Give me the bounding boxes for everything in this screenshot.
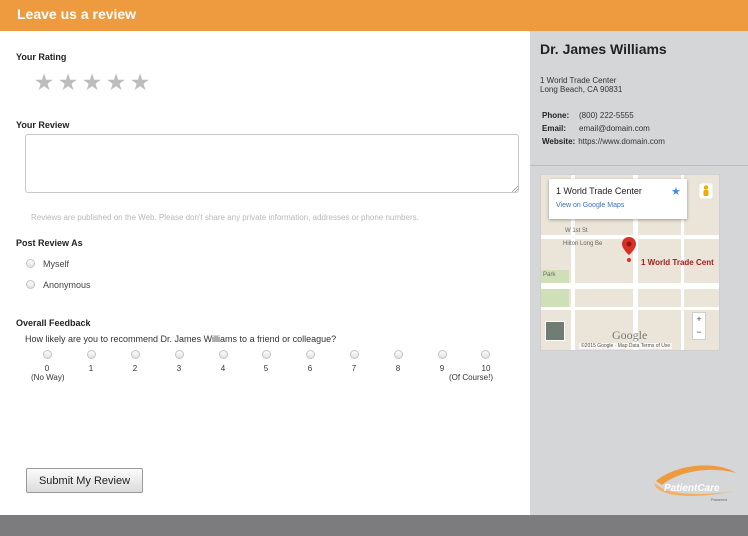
review-form: Your Rating ★ ★ ★ ★ ★ Your Review Reviews ar… <box>0 31 530 515</box>
rating-label: Your Rating <box>16 52 67 62</box>
doctor-sidebar: Dr. James Williams 1 World Trade Center … <box>530 31 748 515</box>
location-map[interactable]: W 1st St Hilton Long Be Park 1 World Tra… <box>540 174 720 351</box>
scale-1-label: 1 <box>88 364 94 373</box>
scale-9-label: 9 <box>439 364 445 373</box>
website-value[interactable]: https://www.domain.com <box>578 137 665 146</box>
page-header: Leave us a review <box>0 0 748 31</box>
save-place-star-icon[interactable]: ★ <box>671 185 681 198</box>
feedback-question: How likely are you to recommend Dr. Jame… <box>25 334 337 344</box>
resize-grip-icon[interactable] <box>511 185 518 192</box>
map-street-label: W 1st St <box>565 228 588 234</box>
map-popup-title: 1 World Trade Center <box>556 186 642 196</box>
scale-8-radio[interactable] <box>394 350 403 359</box>
star-3-icon[interactable]: ★ <box>80 69 104 95</box>
scale-3-radio[interactable] <box>175 350 184 359</box>
submit-review-button[interactable]: Submit My Review <box>26 468 143 493</box>
map-road <box>541 283 719 289</box>
scale-1-radio[interactable] <box>87 350 96 359</box>
email-row: Email: email@domain.com <box>542 124 650 133</box>
post-as-anonymous-label[interactable]: Anonymous <box>43 280 91 290</box>
website-row: Website: https://www.domain.com <box>542 137 665 146</box>
page-footer <box>0 515 748 536</box>
map-attribution[interactable]: ©2015 Google · Map Data Terms of Use <box>579 343 673 349</box>
map-park-label: Park <box>543 272 556 278</box>
google-logo: Google <box>612 328 648 342</box>
brand-subtitle: Powered <box>711 497 727 502</box>
feedback-label: Overall Feedback <box>16 318 91 328</box>
scale-6-radio[interactable] <box>306 350 315 359</box>
address-line-2: Long Beach, CA 90831 <box>540 85 623 94</box>
scale-0-label: 0 <box>44 364 50 373</box>
scale-10-label: 10 <box>481 364 491 373</box>
phone-row: Phone: (800) 222-5555 <box>542 111 634 120</box>
sidebar-divider <box>530 165 748 166</box>
star-1-icon[interactable]: ★ <box>32 69 56 95</box>
scale-6-label: 6 <box>307 364 313 373</box>
view-on-google-maps-link[interactable]: View on Google Maps <box>556 202 624 209</box>
scale-5-radio[interactable] <box>262 350 271 359</box>
email-key: Email: <box>542 124 567 133</box>
map-info-popup: 1 World Trade Center View on Google Maps… <box>549 179 687 219</box>
map-pin-icon[interactable] <box>622 237 636 263</box>
scale-3-label: 3 <box>176 364 182 373</box>
scale-2-radio[interactable] <box>131 350 140 359</box>
brand-name: PatientCare <box>664 483 720 494</box>
zoom-out-button[interactable]: − <box>693 326 705 339</box>
star-4-icon[interactable]: ★ <box>104 69 128 95</box>
star-2-icon[interactable]: ★ <box>56 69 80 95</box>
map-satellite-toggle[interactable] <box>545 321 565 341</box>
post-as-myself-radio[interactable] <box>26 259 35 268</box>
address-line-1: 1 World Trade Center <box>540 76 617 85</box>
email-value[interactable]: email@domain.com <box>579 124 650 133</box>
scale-7-radio[interactable] <box>350 350 359 359</box>
scale-10-radio[interactable] <box>481 350 490 359</box>
doctor-name: Dr. James Williams <box>540 41 667 57</box>
scale-5-label: 5 <box>263 364 269 373</box>
map-place-label: Hilton Long Be <box>563 241 603 247</box>
review-privacy-note: Reviews are published on the Web. Please… <box>31 213 419 222</box>
scale-2-label: 2 <box>132 364 138 373</box>
scale-high-note: (Of Course!) <box>449 373 494 382</box>
scale-7-label: 7 <box>351 364 357 373</box>
scale-8-label: 8 <box>395 364 401 373</box>
review-textarea[interactable] <box>25 134 519 193</box>
scale-4-label: 4 <box>220 364 226 373</box>
page-title: Leave us a review <box>17 6 137 22</box>
scale-9-radio[interactable] <box>438 350 447 359</box>
phone-value: (800) 222-5555 <box>579 111 634 120</box>
pegman-icon[interactable] <box>699 183 713 199</box>
map-pin-label: 1 World Trade Cent <box>641 258 714 267</box>
map-road <box>541 307 719 310</box>
website-key: Website: <box>542 137 576 146</box>
scale-4-radio[interactable] <box>219 350 228 359</box>
post-as-label: Post Review As <box>16 238 83 248</box>
post-as-anonymous-radio[interactable] <box>26 280 35 289</box>
scale-0-radio[interactable] <box>43 350 52 359</box>
map-zoom-control[interactable]: + − <box>692 312 706 340</box>
star-5-icon[interactable]: ★ <box>128 69 152 95</box>
star-rating[interactable]: ★ ★ ★ ★ ★ <box>32 69 152 95</box>
post-as-myself-label[interactable]: Myself <box>43 259 69 269</box>
review-label: Your Review <box>16 120 70 130</box>
zoom-in-button[interactable]: + <box>693 313 705 326</box>
scale-low-note: (No Way) <box>31 373 65 382</box>
phone-key: Phone: <box>542 111 570 120</box>
